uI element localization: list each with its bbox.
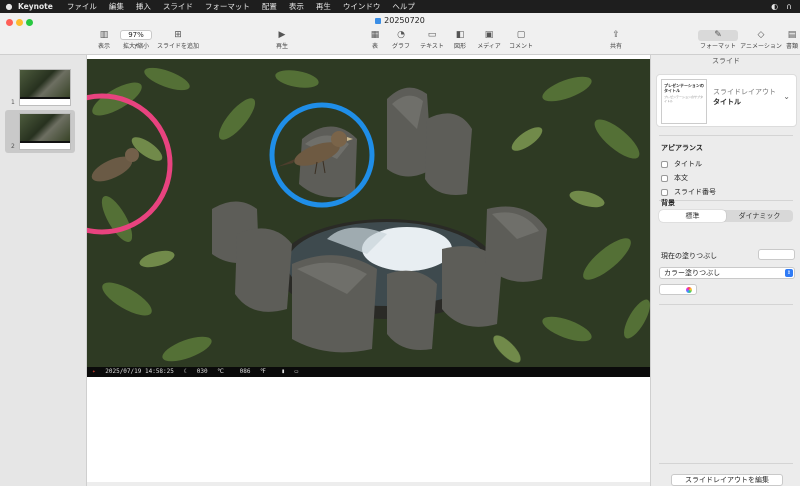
color-picker-button[interactable] — [659, 284, 697, 295]
add-slide-button[interactable]: ⊞ スライドを追加 — [157, 30, 199, 50]
select-arrows-icon: ⇕ — [785, 269, 793, 277]
color-wheel-icon — [686, 287, 692, 293]
menu-insert[interactable]: 挿入 — [136, 1, 151, 12]
chevron-down-icon[interactable]: ⌄ — [783, 92, 790, 101]
camera-brand-icon: ✦ — [92, 368, 96, 375]
menu-arrange[interactable]: 配置 — [262, 1, 277, 12]
slide-layout-selector[interactable]: プレゼンテーションのタイトル プレゼンテーションのサブタイトル スライドレイアウ… — [656, 74, 797, 127]
text-button[interactable]: ▭ テキスト — [419, 30, 445, 50]
battery-icon: ▭ — [294, 368, 299, 375]
slide-navigator: 1 2 — [0, 55, 87, 486]
menu-play[interactable]: 再生 — [316, 1, 331, 12]
window-title: 20250720 — [0, 16, 800, 25]
photo-graphic — [87, 59, 650, 371]
background-mode-segmented[interactable]: 標準 ダイナミック — [659, 210, 793, 222]
menu-file[interactable]: ファイル — [67, 1, 97, 12]
headphones-icon[interactable]: ∩ — [786, 2, 792, 11]
screen: ● Keynote ファイル 編集 挿入 スライド フォーマット 配置 表示 再… — [0, 0, 800, 486]
sidebar-icon: ▥ — [99, 30, 109, 40]
keynote-window: 20250720 ▥ 表示 97% ⌄ 拡大/縮小 ⊞ スライドを追加 ▶ 再生 ▦ 表 … — [0, 13, 800, 486]
menu-slide[interactable]: スライド — [163, 1, 193, 12]
slide-canvas: ✦ 2025/07/19 14:58:25 ☾ 030 ℃ 086 ℉ ▮ ▭ — [87, 55, 650, 486]
caption-temp-c: 030 ℃ — [196, 368, 224, 375]
document-icon: ▤ — [787, 30, 797, 40]
menu-help[interactable]: ヘルプ — [392, 1, 415, 12]
toolbar: 20250720 ▥ 表示 97% ⌄ 拡大/縮小 ⊞ スライドを追加 ▶ 再生 ▦ 表 … — [0, 13, 800, 55]
checkbox-body[interactable]: 本文 — [661, 173, 688, 183]
inspector-title: スライド — [712, 57, 740, 65]
format-button[interactable]: ✎ フォーマット — [698, 30, 738, 50]
shape-button[interactable]: ◧ 図形 — [453, 30, 467, 50]
comment-icon: ▢ — [516, 30, 526, 40]
appearance-heading: アピアランス — [661, 144, 703, 152]
slide-number-1: 1 — [11, 99, 15, 106]
table-icon: ▦ — [370, 30, 380, 40]
menu-view[interactable]: 表示 — [289, 1, 304, 12]
current-fill-swatch[interactable] — [758, 249, 795, 260]
slide-thumbnail-1[interactable] — [19, 69, 71, 106]
apple-icon[interactable]: ● — [0, 2, 18, 11]
comment-button[interactable]: ▢ コメント — [508, 30, 534, 50]
slide-number-2: 2 — [11, 143, 15, 150]
caption-temp-f: 086 ℉ — [239, 368, 266, 375]
format-brush-icon: ✎ — [698, 30, 738, 41]
media-icon: ▣ — [484, 30, 494, 40]
thumbnail-photo — [20, 70, 70, 97]
layout-thumbnail: プレゼンテーションのタイトル プレゼンテーションのサブタイトル — [661, 79, 707, 124]
menu-window[interactable]: ウインドウ — [343, 1, 381, 12]
animate-button[interactable]: ◇ アニメーション — [740, 30, 782, 50]
play-button[interactable]: ▶ 再生 — [274, 30, 290, 50]
slide[interactable]: ✦ 2025/07/19 14:58:25 ☾ 030 ℃ 086 ℉ ▮ ▭ — [87, 55, 650, 482]
zoom-select[interactable]: 97% ⌄ — [120, 30, 152, 48]
keynote-doc-icon — [375, 17, 382, 24]
thumbnail-photo — [20, 114, 70, 141]
thermometer-icon: ▮ — [281, 368, 286, 375]
play-icon: ▶ — [278, 30, 286, 40]
trail-camera-photo[interactable] — [87, 59, 650, 371]
current-fill-label: 現在の塗りつぶし — [661, 252, 718, 260]
layout-label: スライドレイアウト — [713, 88, 776, 96]
animate-icon: ◇ — [757, 30, 765, 40]
document-button[interactable]: ▤ 書類 — [784, 30, 800, 50]
share-button[interactable]: ⇪ 共有 — [608, 30, 624, 50]
segment-dynamic[interactable]: ダイナミック — [726, 210, 793, 222]
view-button[interactable]: ▥ 表示 — [96, 30, 112, 50]
text-icon: ▭ — [427, 30, 437, 40]
layout-value: タイトル — [713, 98, 741, 106]
menu-edit[interactable]: 編集 — [109, 1, 124, 12]
checkbox-slide-number[interactable]: スライド番号 — [661, 187, 716, 197]
zoom-control[interactable]: 97% ⌄ 拡大/縮小 — [120, 30, 152, 50]
moon-icon: ☾ — [183, 368, 188, 375]
checkbox-title[interactable]: タイトル — [661, 159, 702, 169]
shape-icon: ◧ — [455, 30, 465, 40]
menu-format[interactable]: フォーマット — [205, 1, 250, 12]
background-heading: 背景 — [661, 199, 675, 207]
menu-app[interactable]: Keynote — [18, 2, 53, 11]
share-icon: ⇪ — [612, 30, 620, 40]
menu-bar: ● Keynote ファイル 編集 挿入 スライド フォーマット 配置 表示 再… — [0, 0, 800, 13]
fill-type-select[interactable]: カラー塗りつぶし ⇕ — [659, 267, 795, 279]
media-button[interactable]: ▣ メディア — [476, 30, 502, 50]
format-inspector: スライド プレゼンテーションのタイトル プレゼンテーションのサブタイトル スライ… — [650, 55, 800, 486]
segment-standard[interactable]: 標準 — [659, 210, 726, 222]
caption-datetime: 2025/07/19 14:58:25 — [105, 368, 174, 375]
camera-caption-bar: ✦ 2025/07/19 14:58:25 ☾ 030 ℃ 086 ℉ ▮ ▭ — [87, 367, 650, 377]
chart-icon: ◔ — [397, 30, 405, 40]
chart-button[interactable]: ◔ グラフ — [391, 30, 411, 50]
display-icon[interactable]: ◐ — [771, 2, 778, 11]
slide-thumbnail-2[interactable] — [19, 113, 71, 150]
add-slide-icon: ⊞ — [174, 30, 182, 40]
table-button[interactable]: ▦ 表 — [368, 30, 382, 50]
edit-slide-layout-button[interactable]: スライドレイアウトを編集 — [671, 474, 783, 486]
